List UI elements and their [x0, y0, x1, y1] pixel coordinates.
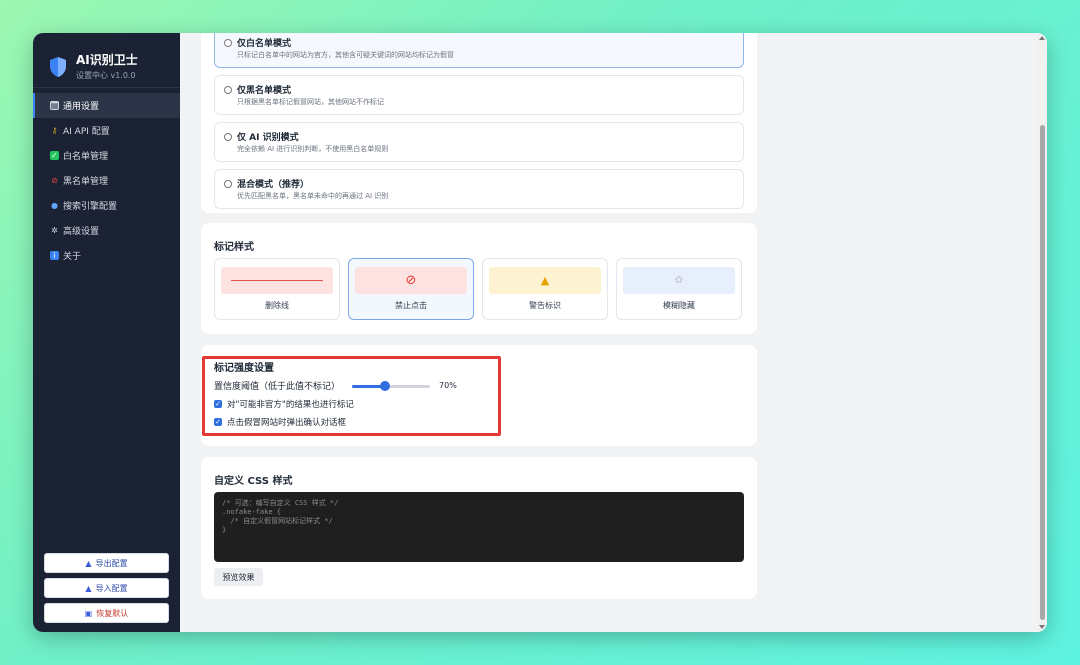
upload-icon: ▲ [85, 558, 92, 568]
ban-icon: ⊘ [51, 176, 58, 185]
clipboard-icon: ▤ [50, 101, 59, 110]
sidebar-item-label: AI API 配置 [63, 127, 110, 137]
sidebar-item-label: 白名单管理 [63, 152, 109, 162]
export-config-label: 导出配置 [95, 558, 128, 568]
sidebar: AI识别卫士 设置中心 v1.0.0 ▤ 通用设置 ⚷ AI API 配置 ✓ … [33, 33, 180, 632]
mode-name: 仅黑名单模式 [237, 86, 292, 96]
mode-name: 仅 AI 识别模式 [237, 133, 299, 143]
mode-option-blacklist[interactable]: 仅黑名单模式 只根据黑名单标记假冒网站，其他网站不作标记 [214, 75, 744, 115]
check-square-icon: ✓ [50, 151, 59, 160]
strikethrough-line [231, 279, 323, 282]
main-content: 仅白名单模式 只标记白名单中的网站为官方，其他含可疑关键词的网站均标记为假冒 仅… [180, 33, 1047, 632]
gear-icon: ✲ [51, 226, 58, 235]
ban-icon: ⊘ [405, 273, 417, 288]
mode-desc: 完全依赖 AI 进行识别判断，不使用黑白名单规则 [237, 145, 389, 153]
style-option-label: 警告标识 [529, 301, 561, 310]
sidebar-item-label: 高级设置 [63, 227, 100, 237]
info-icon: i [50, 251, 59, 260]
sidebar-item-blacklist[interactable]: ⊘ 黑名单管理 [33, 168, 180, 193]
reset-icon: ▣ [84, 608, 93, 618]
custom-css-title: 自定义 CSS 样式 [214, 476, 293, 487]
mode-card: 仅白名单模式 只标记白名单中的网站为官方，其他含可疑关键词的网站均标记为假冒 仅… [201, 33, 757, 213]
brand-version: 设置中心 v1.0.0 [76, 71, 136, 80]
sidebar-item-advanced[interactable]: ✲ 高级设置 [33, 218, 180, 243]
sidebar-item-label: 搜索引擎配置 [63, 202, 118, 212]
scroll-up-icon[interactable] [1039, 36, 1045, 40]
export-config-button[interactable]: ▲ 导出配置 [44, 553, 169, 573]
highlight-box [202, 356, 501, 436]
mode-option-ai[interactable]: 仅 AI 识别模式 完全依赖 AI 进行识别判断，不使用黑白名单规则 [214, 122, 744, 162]
sidebar-item-label: 关于 [63, 252, 82, 262]
mode-radio[interactable] [224, 86, 232, 94]
sidebar-footer: ▲ 导出配置 ▲ 导入配置 ▣ 恢复默认 [44, 548, 169, 623]
blur-icon: ✿ [674, 274, 684, 286]
mode-desc: 只根据黑名单标记假冒网站，其他网站不作标记 [237, 98, 384, 106]
download-icon: ▲ [85, 583, 92, 593]
scroll-thumb[interactable] [1040, 125, 1045, 620]
style-option-label: 删除线 [265, 301, 289, 310]
scrollbar[interactable] [1037, 33, 1047, 632]
blur-preview: ✿ [623, 267, 735, 294]
reset-default-button[interactable]: ▣ 恢复默认 [44, 603, 169, 623]
style-option-no-click[interactable]: ⊘ 禁止点击 [348, 258, 474, 320]
mode-desc: 只标记白名单中的网站为官方，其他含可疑关键词的网站均标记为假冒 [237, 51, 454, 59]
style-option-blur[interactable]: ✿ 模糊隐藏 [616, 258, 742, 320]
import-config-label: 导入配置 [95, 583, 128, 593]
style-option-label: 禁止点击 [395, 301, 427, 310]
no-click-preview: ⊘ [355, 267, 467, 294]
warning-preview: ▲ [489, 267, 601, 294]
sidebar-item-general[interactable]: ▤ 通用设置 [33, 93, 180, 118]
style-option-strikethrough[interactable]: 删除线 [214, 258, 340, 320]
sidebar-item-label: 通用设置 [63, 102, 100, 112]
custom-css-card: 自定义 CSS 样式 /* 可选：编写自定义 CSS 样式 */ .nofake… [201, 457, 757, 599]
key-icon: ⚷ [51, 126, 58, 135]
sidebar-item-about[interactable]: i 关于 [33, 243, 180, 268]
style-option-warning[interactable]: ▲ 警告标识 [482, 258, 608, 320]
mode-name: 仅白名单模式 [237, 39, 292, 49]
reset-default-label: 恢复默认 [96, 608, 129, 618]
search-icon: ● [51, 201, 58, 210]
shield-icon [50, 57, 66, 77]
custom-css-textarea[interactable]: /* 可选：编写自定义 CSS 样式 */ .nofake-fake { /* … [214, 492, 744, 562]
preview-effect-button[interactable]: 预览效果 [214, 568, 263, 586]
brand-title: AI识别卫士 [76, 53, 138, 67]
mode-name: 混合模式（推荐） [237, 180, 310, 190]
sidebar-item-label: 黑名单管理 [63, 177, 109, 187]
style-option-label: 模糊隐藏 [663, 301, 695, 310]
sidebar-item-whitelist[interactable]: ✓ 白名单管理 [33, 143, 180, 168]
brand: AI识别卫士 设置中心 v1.0.0 [33, 33, 180, 88]
mark-style-title: 标记样式 [214, 242, 254, 253]
mode-radio[interactable] [224, 39, 232, 47]
settings-window: AI识别卫士 设置中心 v1.0.0 ▤ 通用设置 ⚷ AI API 配置 ✓ … [33, 33, 1047, 632]
mode-option-whitelist[interactable]: 仅白名单模式 只标记白名单中的网站为官方，其他含可疑关键词的网站均标记为假冒 [214, 33, 744, 68]
mode-option-hybrid[interactable]: 混合模式（推荐） 优先匹配黑名单，黑名单未命中的再通过 AI 识别 [214, 169, 744, 209]
mode-desc: 优先匹配黑名单，黑名单未命中的再通过 AI 识别 [237, 192, 389, 200]
mode-radio[interactable] [224, 133, 232, 141]
scroll-down-icon[interactable] [1039, 625, 1045, 629]
sidebar-nav: ▤ 通用设置 ⚷ AI API 配置 ✓ 白名单管理 ⊘ 黑名单管理 ● 搜索引… [33, 93, 180, 268]
sidebar-item-search-engine[interactable]: ● 搜索引擎配置 [33, 193, 180, 218]
sidebar-item-ai-api[interactable]: ⚷ AI API 配置 [33, 118, 180, 143]
warning-icon: ▲ [540, 274, 550, 287]
mark-style-card: 标记样式 删除线 ⊘ 禁止点击 ▲ 警告标识 ✿ 模糊隐藏 [201, 223, 757, 334]
import-config-button[interactable]: ▲ 导入配置 [44, 578, 169, 598]
strikethrough-preview [221, 267, 333, 294]
mode-radio[interactable] [224, 180, 232, 188]
